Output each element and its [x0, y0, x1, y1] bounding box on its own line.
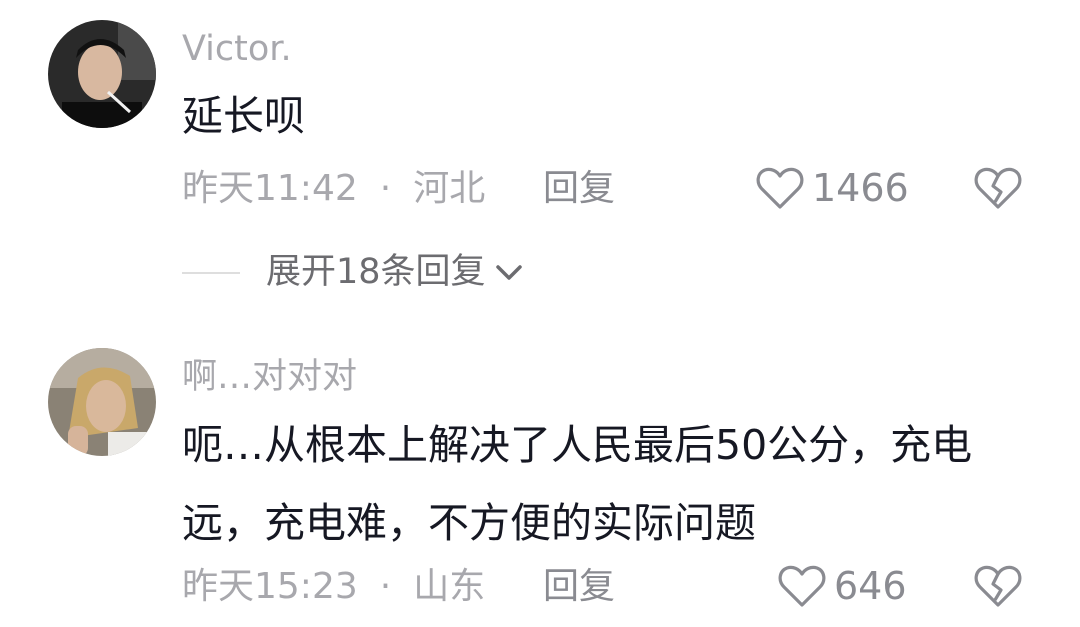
- reply-button[interactable]: 回复: [543, 569, 615, 605]
- reply-button[interactable]: 回复: [543, 171, 615, 207]
- like-count: 1466: [812, 166, 909, 210]
- broken-heart-icon: [974, 167, 1022, 209]
- comment-text: 延长呗: [182, 92, 305, 140]
- heart-outline-icon: [778, 565, 826, 607]
- username[interactable]: 啊…对对对: [182, 360, 357, 395]
- comment-meta: 昨天11:42 · 河北: [182, 171, 485, 207]
- like-button[interactable]: 646: [778, 564, 907, 608]
- comment-time: 昨天15:23: [182, 566, 358, 607]
- avatar[interactable]: [48, 348, 156, 456]
- dislike-button[interactable]: [974, 564, 1022, 612]
- expand-replies-label: 展开18条回复: [266, 252, 486, 292]
- comment-location: 河北: [413, 168, 486, 209]
- dislike-button[interactable]: [974, 166, 1022, 214]
- avatar[interactable]: [48, 20, 156, 128]
- broken-heart-icon: [974, 565, 1022, 607]
- like-count: 646: [834, 564, 907, 608]
- comment-location: 山东: [413, 566, 486, 607]
- comment-text: 呃…从根本上解决了人民最后50公分，充电远，充电难，不方便的实际问题: [182, 421, 973, 547]
- username[interactable]: Victor.: [182, 32, 292, 67]
- comment-meta: 昨天15:23 · 山东: [182, 569, 485, 605]
- expand-replies-button[interactable]: 展开18条回复: [182, 255, 524, 290]
- like-button[interactable]: 1466: [756, 166, 909, 210]
- comment-time: 昨天11:42: [182, 168, 358, 209]
- heart-outline-icon: [756, 167, 804, 209]
- chevron-down-icon: [495, 264, 522, 280]
- meta-separator: ·: [379, 168, 392, 209]
- meta-separator: ·: [379, 566, 392, 607]
- divider-line: [182, 271, 240, 274]
